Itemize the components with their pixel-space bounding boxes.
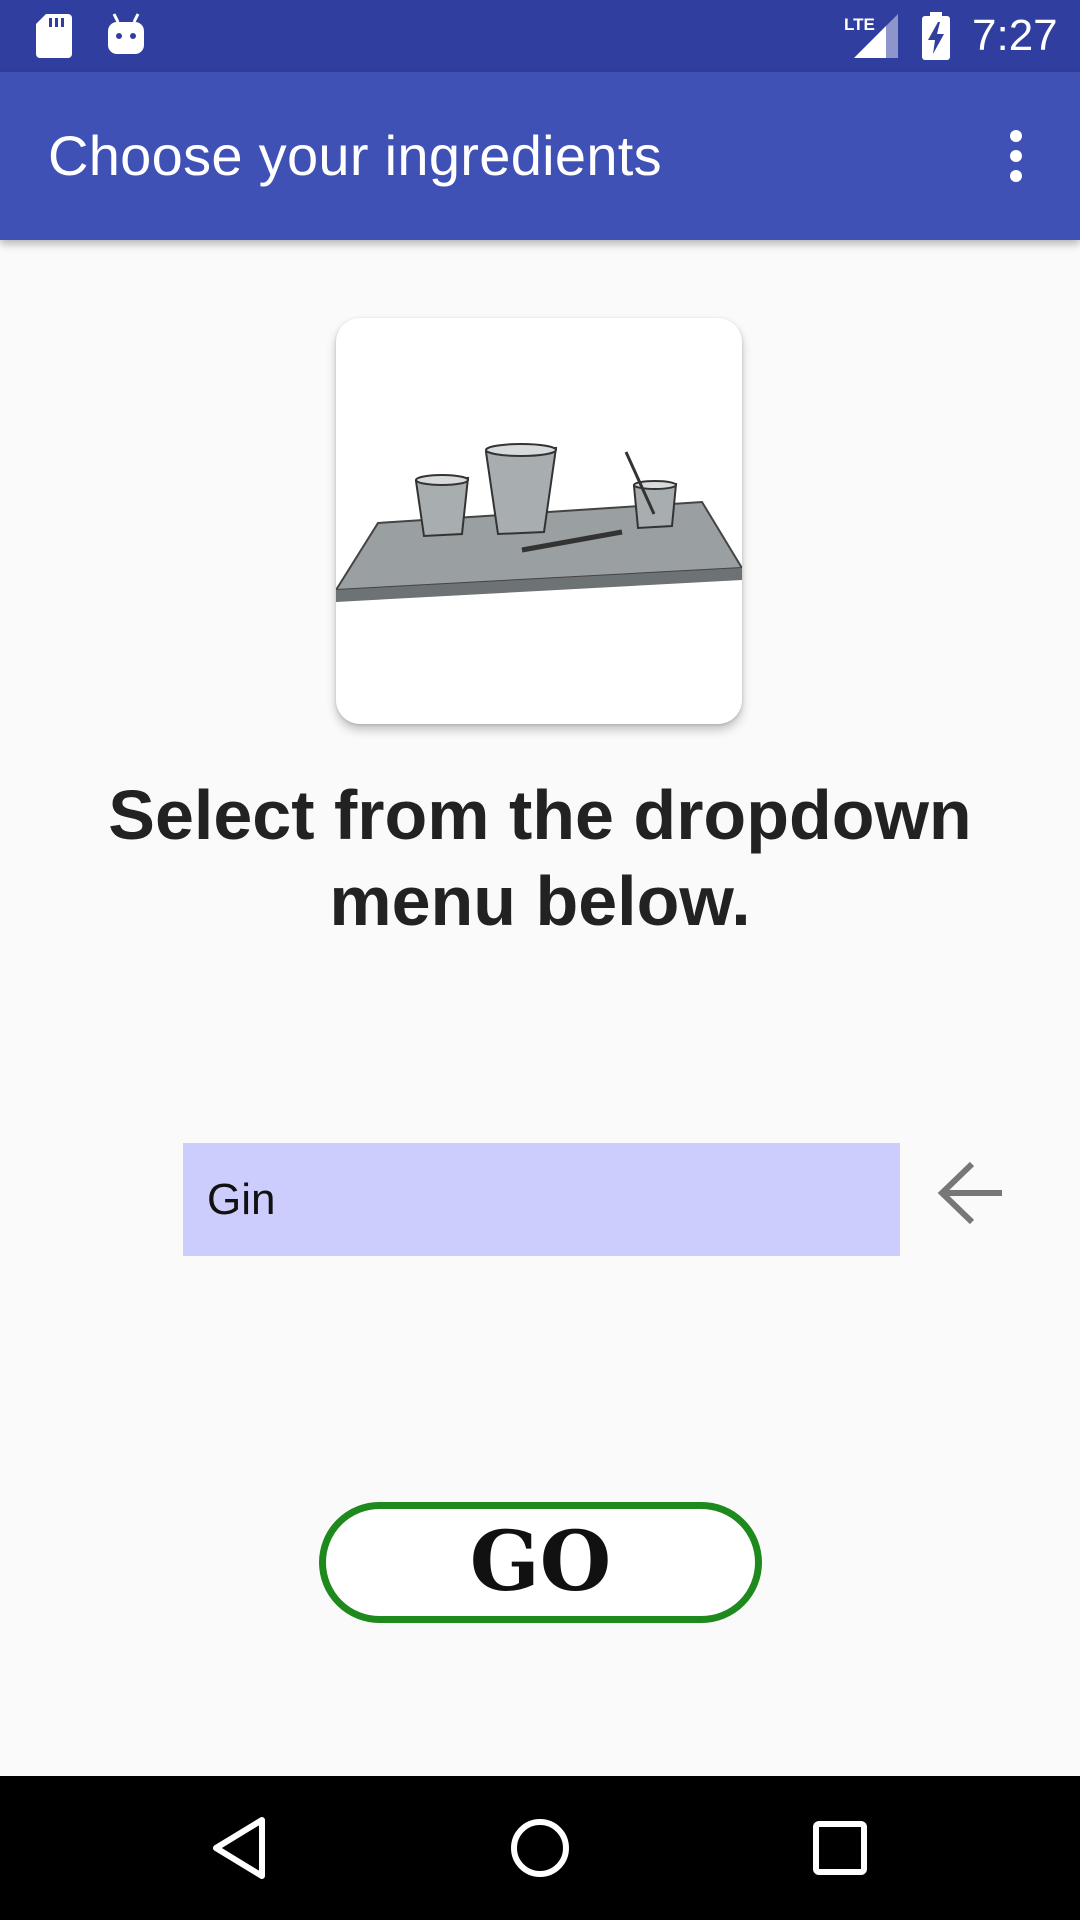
ingredients-image-card [336,318,742,724]
bar-tray-icon [336,443,742,602]
android-debug-icon [108,13,144,54]
nav-recents-icon[interactable] [800,1808,880,1888]
status-time: 7:27 [972,11,1058,60]
page-title: Choose your ingredients [48,124,662,187]
app-bar: Choose your ingredients [0,72,1080,240]
sd-card-icon [36,14,72,58]
instruction-heading: Select from the dropdown menu below. [108,776,972,940]
overflow-menu-icon[interactable] [992,128,1040,184]
nav-back-icon[interactable] [200,1808,280,1888]
go-button[interactable]: GO [319,1502,762,1623]
lte-signal-icon: LTE [844,14,898,58]
navigation-bar [0,1776,1080,1920]
dropdown-selected-value: Gin [207,1175,276,1224]
battery-charging-icon [922,12,950,60]
svg-text:LTE: LTE [844,15,875,34]
nav-home-icon[interactable] [500,1808,580,1888]
ingredient-dropdown[interactable]: Gin [183,1143,900,1256]
status-bar: LTE 7:27 [0,0,1080,72]
arrow-back-icon[interactable] [932,1158,1008,1228]
